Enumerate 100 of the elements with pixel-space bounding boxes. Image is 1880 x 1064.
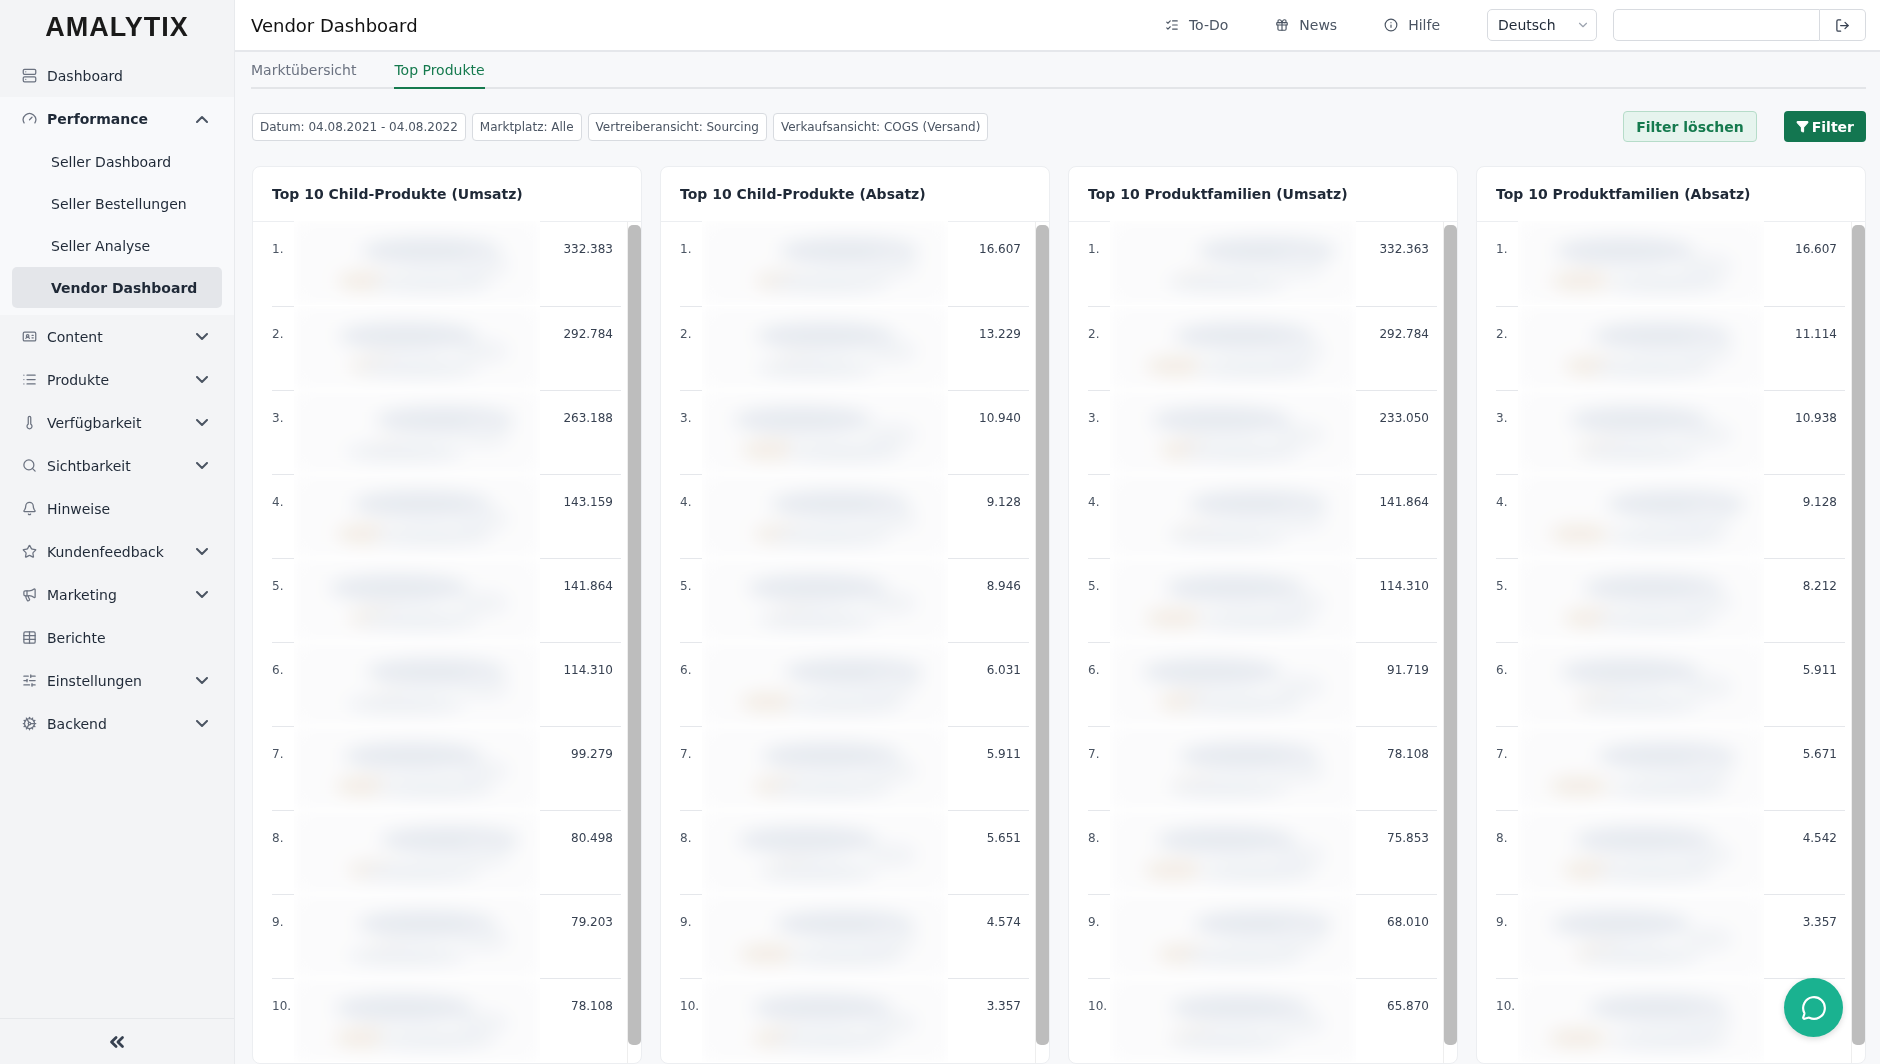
value-text: 16.607 xyxy=(1794,241,1838,258)
sidebar-item[interactable]: Marketing xyxy=(0,573,234,616)
sidebar-item[interactable]: Einstellungen xyxy=(0,659,234,702)
value-text: 78.108 xyxy=(1386,746,1430,763)
tab[interactable]: Top Produkte xyxy=(394,62,485,90)
rank-number: 6. xyxy=(1496,662,1509,679)
rank-number: 6. xyxy=(272,662,285,679)
rank-number: 8. xyxy=(272,830,285,847)
value-text: 78.108 xyxy=(570,998,614,1015)
sidebar-item[interactable]: Dashboard xyxy=(0,54,234,97)
chevron-down-icon xyxy=(196,590,208,599)
sidebar-item[interactable]: Kundenfeedback xyxy=(0,530,234,573)
value-text: 143.159 xyxy=(562,494,614,511)
bell-icon xyxy=(22,501,37,516)
rank-number: 3. xyxy=(680,410,693,427)
value-text: 10.938 xyxy=(1794,410,1838,427)
header-link[interactable]: News xyxy=(1275,17,1338,34)
chevron-down-icon xyxy=(196,375,208,384)
value-text: 75.853 xyxy=(1386,830,1430,847)
value-text: 6.031 xyxy=(985,662,1022,679)
megaphone-icon xyxy=(22,587,37,602)
value-text: 65.870 xyxy=(1386,998,1430,1015)
value-text: 114.310 xyxy=(1378,578,1430,595)
filter-button[interactable]: Filter xyxy=(1783,111,1866,143)
value-text: 9.128 xyxy=(985,494,1022,511)
server-icon xyxy=(22,68,37,83)
sidebar-item[interactable]: Backend xyxy=(0,702,234,745)
rank-number: 4. xyxy=(1088,494,1101,511)
value-text: 4.542 xyxy=(1801,830,1838,847)
rank-number: 8. xyxy=(1088,830,1101,847)
rank-number: 1. xyxy=(680,241,693,258)
filter-chip: Vertreiberansicht: Sourcing xyxy=(587,112,767,141)
scrollbar[interactable] xyxy=(1035,222,1049,1063)
value-text: 8.212 xyxy=(1801,578,1838,595)
filter-icon xyxy=(1795,120,1809,134)
list-icon xyxy=(22,372,37,387)
sidebar-subitem[interactable]: Seller Dashboard xyxy=(12,141,222,182)
scrollbar[interactable] xyxy=(627,222,641,1063)
rank-number: 4. xyxy=(680,494,693,511)
sidebar-item[interactable]: Performance xyxy=(0,97,234,140)
header-link[interactable]: To-Do xyxy=(1164,17,1229,34)
value-text: 16.607 xyxy=(978,241,1022,258)
rank-number: 3. xyxy=(1088,410,1101,427)
rank-number: 2. xyxy=(680,326,693,343)
value-text: 3.357 xyxy=(1801,914,1838,931)
rank-number: 5. xyxy=(1088,578,1101,595)
gift-icon xyxy=(1275,18,1290,33)
search-icon xyxy=(22,458,37,473)
value-text: 332.363 xyxy=(1378,241,1430,258)
rank-number: 8. xyxy=(1496,830,1509,847)
chevron-down-icon xyxy=(196,418,208,427)
value-text: 80.498 xyxy=(570,830,614,847)
clear-filter-button[interactable]: Filter löschen xyxy=(1623,111,1757,143)
value-text: 68.010 xyxy=(1386,914,1430,931)
scrollbar[interactable] xyxy=(1851,222,1865,1063)
sidebar-subitem[interactable]: Vendor Dashboard xyxy=(12,267,222,308)
chevron-up-icon xyxy=(196,114,208,123)
rank-number: 1. xyxy=(1496,241,1509,258)
sidebar-item[interactable]: Produkte xyxy=(0,358,234,401)
value-text: 233.050 xyxy=(1378,410,1430,427)
rank-number: 6. xyxy=(680,662,693,679)
value-text: 13.229 xyxy=(978,326,1022,343)
sidebar-subitem[interactable]: Seller Bestellungen xyxy=(12,183,222,224)
logo: AMALYTIX xyxy=(44,10,190,44)
rank-number: 7. xyxy=(1496,746,1509,763)
rank-number: 2. xyxy=(272,326,285,343)
rank-number: 5. xyxy=(680,578,693,595)
sidebar-item[interactable]: Sichtbarkeit xyxy=(0,444,234,487)
value-text: 10.940 xyxy=(978,410,1022,427)
sidebar-item[interactable]: Hinweise xyxy=(0,487,234,530)
value-text: 332.383 xyxy=(562,241,614,258)
rank-number: 3. xyxy=(272,410,285,427)
sidebar-subitem[interactable]: Seller Analyse xyxy=(12,225,222,266)
rank-number: 7. xyxy=(272,746,285,763)
rank-number: 10. xyxy=(1088,998,1109,1015)
chevron-down-icon xyxy=(196,719,208,728)
filter-chip: Verkaufsansicht: COGS (Versand) xyxy=(772,112,989,141)
value-text: 11.114 xyxy=(1794,326,1838,343)
value-text: 5.911 xyxy=(1801,662,1838,679)
tab[interactable]: Marktübersicht xyxy=(251,62,357,90)
scrollbar[interactable] xyxy=(1443,222,1457,1063)
language-select[interactable]: Deutsch xyxy=(1487,9,1597,42)
value-text: 5.651 xyxy=(985,830,1022,847)
value-text: 91.719 xyxy=(1386,662,1430,679)
header-link[interactable]: Hilfe xyxy=(1384,17,1440,34)
rank-number: 4. xyxy=(272,494,285,511)
sidebar-item[interactable]: Berichte xyxy=(0,616,234,659)
value-text: 263.188 xyxy=(562,410,614,427)
value-text: 9.128 xyxy=(1801,494,1838,511)
value-text: 5.671 xyxy=(1801,746,1838,763)
value-text: 292.784 xyxy=(1378,326,1430,343)
star-icon xyxy=(22,544,37,559)
rank-number: 9. xyxy=(680,914,693,931)
sidebar-item[interactable]: Content xyxy=(0,315,234,358)
logout-button[interactable] xyxy=(1820,9,1866,42)
search-field[interactable] xyxy=(1613,9,1820,42)
sidebar-item[interactable]: Verfügbarkeit xyxy=(0,401,234,444)
rank-number: 9. xyxy=(1088,914,1101,931)
chevron-down-icon xyxy=(196,676,208,685)
rank-number: 5. xyxy=(1496,578,1509,595)
